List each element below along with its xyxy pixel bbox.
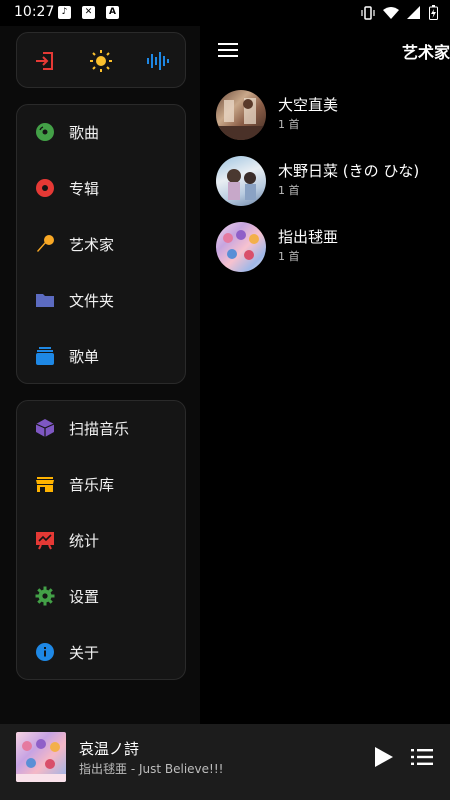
song-count: 1 首 xyxy=(278,184,300,197)
menu-icon[interactable] xyxy=(218,42,238,58)
wifi-icon xyxy=(383,6,399,19)
artist-name: 大空直美 xyxy=(278,96,339,114)
nav-label: 歌单 xyxy=(69,347,100,366)
microphone-icon xyxy=(37,235,54,252)
exit-icon[interactable] xyxy=(33,49,57,73)
artist-row[interactable]: 木野日菜 (きの ひな) 1 首 xyxy=(216,152,450,208)
sun-icon[interactable] xyxy=(89,49,113,73)
now-playing-subtitle: 指出毬亜 - Just Believe!!! xyxy=(79,762,224,776)
album-icon xyxy=(36,179,54,197)
artist-row[interactable]: 大空直美 1 首 xyxy=(216,86,450,142)
scan-cube-icon xyxy=(35,419,55,437)
album-cover[interactable] xyxy=(16,732,66,782)
music-app-icon: ♪ xyxy=(58,6,71,19)
artist-avatar xyxy=(216,222,266,272)
status-time: 10:27 xyxy=(14,4,55,20)
nav-item-folders[interactable]: 文件夹 xyxy=(17,278,185,322)
artist-list-panel: 艺术家 大空直美 1 首 木野日菜 (きの ひな) 1 首 指出毬亜 1 首 xyxy=(200,26,450,724)
artist-row[interactable]: 指出毬亜 1 首 xyxy=(216,218,450,274)
artist-avatar xyxy=(216,156,266,206)
mini-player[interactable]: 哀温ノ詩 指出毬亜 - Just Believe!!! xyxy=(0,724,450,800)
status-icons xyxy=(361,5,438,20)
page-title: 艺术家 xyxy=(401,43,450,62)
tools-nav-card: 扫描音乐 音乐库 统计 设置 关于 xyxy=(16,400,186,680)
nav-label: 统计 xyxy=(69,531,100,550)
play-icon[interactable] xyxy=(372,746,394,768)
playlist-stack-icon xyxy=(36,347,54,365)
alert-icon: A xyxy=(106,6,119,19)
nav-item-settings[interactable]: 设置 xyxy=(17,574,185,618)
nav-item-scan-music[interactable]: 扫描音乐 xyxy=(17,406,185,450)
nav-item-about[interactable]: 关于 xyxy=(17,630,185,674)
nav-item-artists[interactable]: 艺术家 xyxy=(17,222,185,266)
waveform-icon[interactable] xyxy=(145,49,169,73)
status-bar: 10:27 ♪ ✕ A xyxy=(0,0,450,26)
now-playing-title: 哀温ノ詩 xyxy=(79,740,140,758)
nav-item-music-library[interactable]: 音乐库 xyxy=(17,462,185,506)
store-icon xyxy=(36,477,54,492)
nav-item-songs[interactable]: 歌曲 xyxy=(17,110,185,154)
gear-icon xyxy=(35,586,55,606)
navigation-drawer: 歌曲 专辑 艺术家 文件夹 歌单 扫描音乐 音乐库 统计 设置 关于 xyxy=(0,26,200,724)
quick-actions-card xyxy=(16,32,186,88)
battery-icon xyxy=(429,5,438,20)
chart-board-icon xyxy=(36,532,54,550)
nav-item-statistics[interactable]: 统计 xyxy=(17,518,185,562)
artist-name: 木野日菜 (きの ひな) xyxy=(278,162,420,180)
nav-label: 专辑 xyxy=(69,179,100,198)
queue-list-icon[interactable] xyxy=(411,748,433,766)
nav-label: 艺术家 xyxy=(69,235,115,254)
library-nav-card: 歌曲 专辑 艺术家 文件夹 歌单 xyxy=(16,104,186,384)
artist-avatar xyxy=(216,90,266,140)
signal-icon xyxy=(407,5,420,19)
vibrate-icon xyxy=(361,5,375,20)
shield-icon: ✕ xyxy=(82,6,95,19)
info-icon xyxy=(36,643,54,661)
nav-item-playlists[interactable]: 歌单 xyxy=(17,334,185,378)
nav-label: 文件夹 xyxy=(69,291,115,310)
disc-icon xyxy=(36,123,54,141)
nav-label: 扫描音乐 xyxy=(69,419,130,438)
artist-name: 指出毬亜 xyxy=(278,228,339,246)
song-count: 1 首 xyxy=(278,250,300,263)
nav-label: 歌曲 xyxy=(69,123,100,142)
nav-label: 设置 xyxy=(69,587,100,606)
song-count: 1 首 xyxy=(278,118,300,131)
nav-item-albums[interactable]: 专辑 xyxy=(17,166,185,210)
nav-label: 关于 xyxy=(69,643,100,662)
nav-label: 音乐库 xyxy=(69,475,115,494)
folder-icon xyxy=(36,294,54,307)
